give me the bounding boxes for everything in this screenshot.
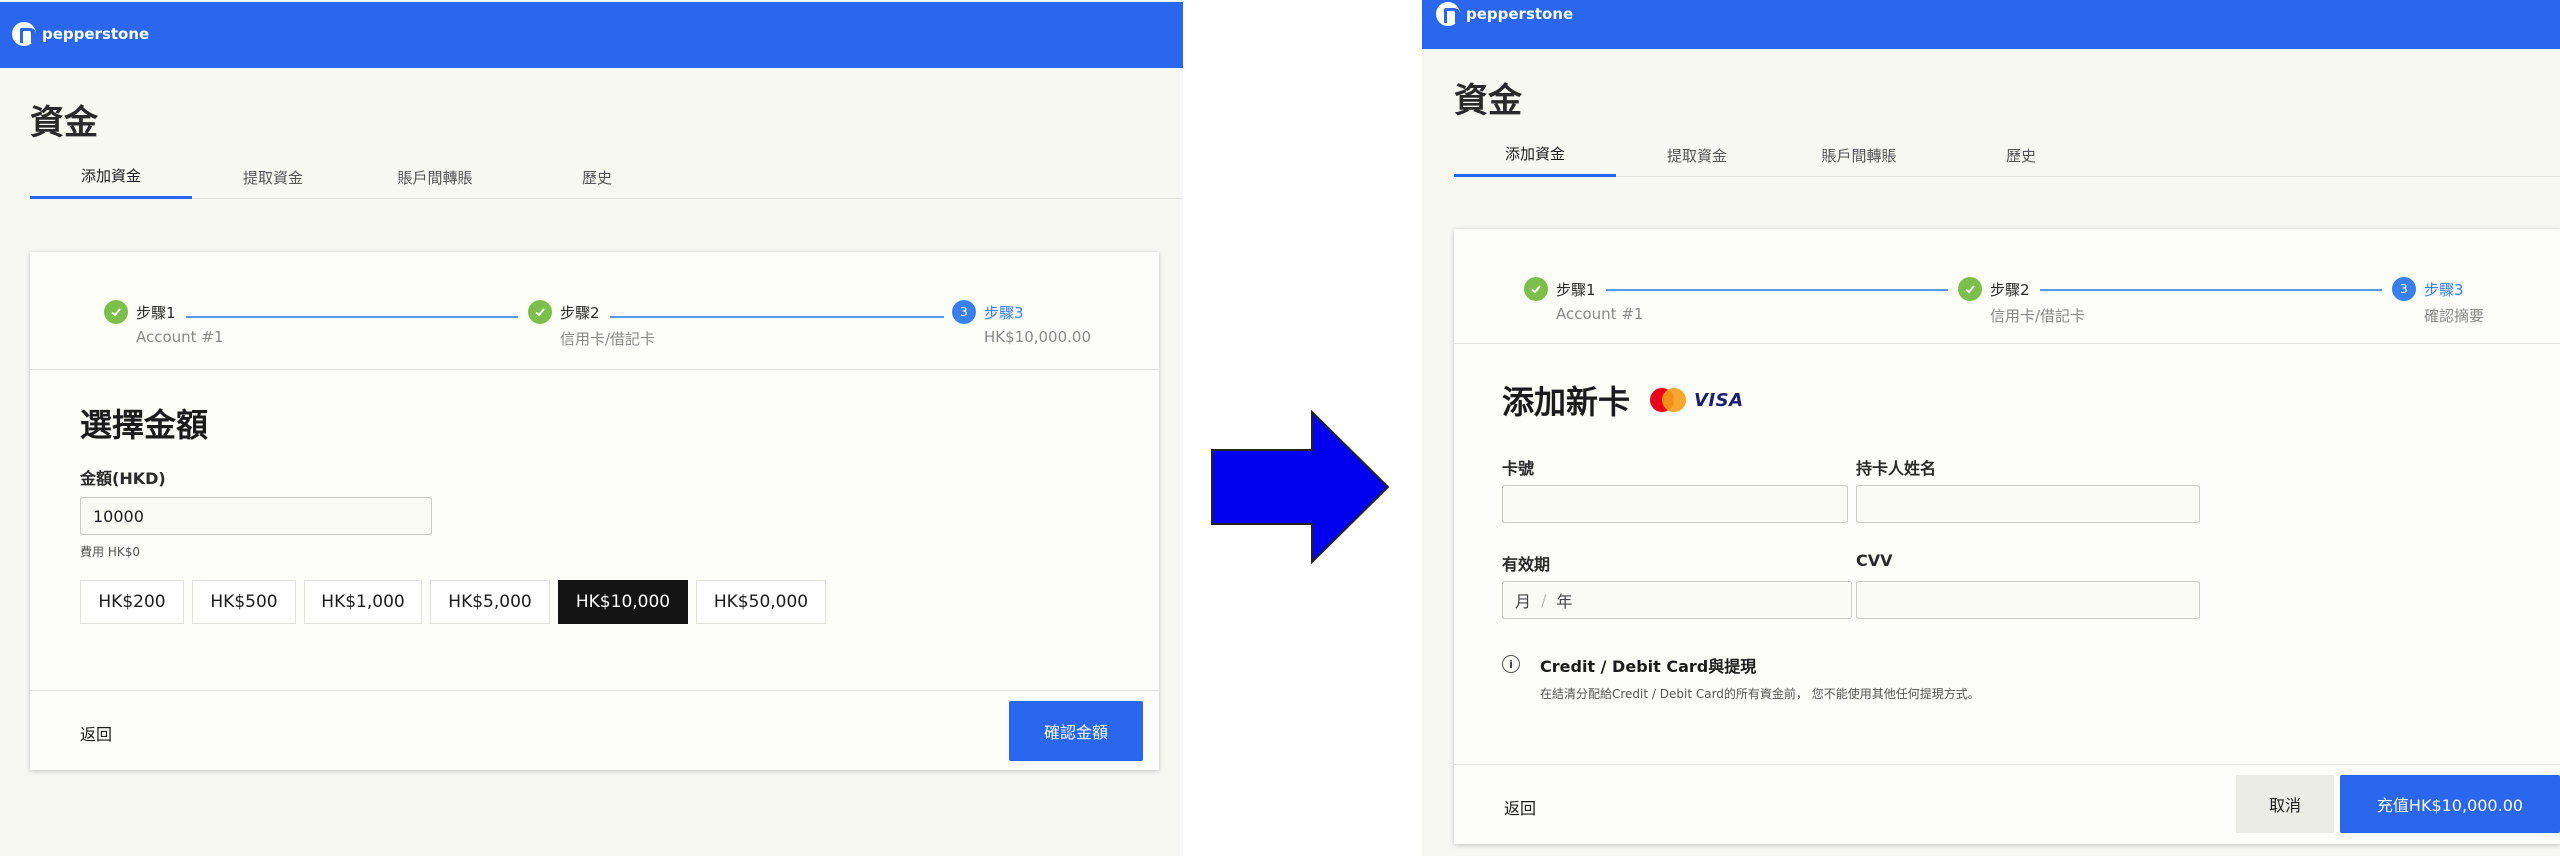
page-title: 資金 — [1454, 81, 1522, 121]
section-title-row: 添加新卡 VISA — [1502, 377, 1744, 423]
preset-amount-button[interactable]: HK$500 — [192, 580, 296, 624]
step-3-number: 3 — [2392, 277, 2416, 301]
step-2-label: 步驟2 — [1990, 280, 2030, 299]
cvv-label: CVV — [1856, 551, 1893, 570]
info-icon: i — [1502, 655, 1520, 673]
tab-history[interactable]: 歷史 — [516, 155, 678, 199]
page-title: 資金 — [30, 103, 98, 143]
step-3-number: 3 — [952, 300, 976, 324]
card-footer: 返回 取消 充值HK$10,000.00 — [1454, 764, 2560, 844]
step-1: 步驟1 Account #1 — [104, 300, 223, 346]
cancel-button[interactable]: 取消 — [2236, 775, 2334, 833]
left-screen: pepperstone 資金 添加資金 提取資金 賬戶間轉賬 歷史 步驟1 Ac… — [0, 0, 1183, 856]
expiry-input[interactable]: 月 / 年 — [1502, 581, 1852, 619]
preset-amount-button-selected[interactable]: HK$10,000 — [558, 580, 688, 624]
step-3-sub: HK$10,000.00 — [984, 328, 1091, 346]
withdrawal-info: i Credit / Debit Card與提現 在結清分配給Credit / … — [1502, 653, 1980, 702]
preset-amount-button[interactable]: HK$5,000 — [430, 580, 550, 624]
funds-tabs: 添加資金 提取資金 賬戶間轉賬 歷史 — [30, 155, 1183, 199]
top-bar: pepperstone — [1422, 0, 2560, 49]
step-1-sub: Account #1 — [1556, 305, 1644, 323]
fee-text: 費用 HK$0 — [80, 545, 140, 559]
step-2-sub: 信用卡/借記卡 — [1990, 307, 2086, 325]
expiry-label: 有效期 — [1502, 555, 1551, 574]
step-1-label: 步驟1 — [1556, 280, 1596, 299]
right-arrow-icon — [1211, 410, 1390, 564]
card-number-label: 卡號 — [1502, 459, 1535, 478]
step-1-sub: Account #1 — [136, 328, 224, 346]
section-title: 選擇金額 — [80, 406, 209, 444]
preset-amount-button[interactable]: HK$1,000 — [304, 580, 422, 624]
right-screen: pepperstone 資金 添加資金 提取資金 賬戶間轉賬 歷史 步驟1 Ac… — [1422, 0, 2560, 856]
card-number-input[interactable] — [1502, 485, 1848, 523]
card-holder-input[interactable] — [1856, 485, 2200, 523]
step-3-label: 步驟3 — [2424, 280, 2464, 299]
step-connector — [1606, 289, 1948, 291]
section-title: 添加新卡 — [1502, 383, 1631, 421]
visa-icon: VISA — [1694, 389, 1744, 411]
step-3: 3 步驟3 確認摘要 — [2392, 277, 2484, 326]
funds-tabs: 添加資金 提取資金 賬戶間轉賬 歷史 — [1454, 133, 2560, 177]
check-icon — [104, 300, 128, 324]
expiry-month-placeholder: 月 — [1515, 592, 1532, 611]
pepperstone-logo-icon — [1436, 2, 1460, 26]
tab-add-funds[interactable]: 添加資金 — [1454, 133, 1616, 177]
tab-add-funds[interactable]: 添加資金 — [30, 155, 192, 199]
card-holder-label: 持卡人姓名 — [1856, 459, 1937, 478]
step-1-label: 步驟1 — [136, 303, 176, 322]
add-card-form: 步驟1 Account #1 步驟2 信用卡/借記卡 3 步驟3 確認摘要 添加… — [1454, 229, 2560, 844]
step-1: 步驟1 Account #1 — [1524, 277, 1643, 323]
preset-amount-button[interactable]: HK$200 — [80, 580, 184, 624]
info-title: Credit / Debit Card與提現 — [1540, 657, 1757, 676]
deposit-submit-button[interactable]: 充值HK$10,000.00 — [2340, 775, 2560, 833]
pepperstone-logo-icon — [12, 22, 36, 46]
amount-input[interactable]: 10000 — [80, 497, 432, 535]
step-3-sub: 確認摘要 — [2424, 307, 2485, 325]
amount-label: 金額(HKD) — [80, 469, 166, 488]
card-brands: VISA — [1650, 388, 1744, 412]
check-icon — [1524, 277, 1548, 301]
step-connector — [186, 316, 518, 318]
cvv-input[interactable] — [1856, 581, 2200, 619]
check-icon — [528, 300, 552, 324]
preset-amount-button[interactable]: HK$50,000 — [696, 580, 826, 624]
back-button[interactable]: 返回 — [80, 721, 112, 745]
step-2-label: 步驟2 — [560, 303, 600, 322]
expiry-separator: / — [1541, 590, 1547, 610]
tab-transfer[interactable]: 賬戶間轉賬 — [1778, 133, 1940, 177]
stepper: 步驟1 Account #1 步驟2 信用卡/借記卡 3 步驟3 HK$10,0… — [30, 252, 1159, 370]
mastercard-icon — [1650, 388, 1687, 412]
confirm-amount-button[interactable]: 確認金額 — [1009, 701, 1143, 761]
back-button[interactable]: 返回 — [1504, 795, 1536, 819]
step-2: 步驟2 信用卡/借記卡 — [1958, 277, 2085, 326]
info-description: 在結清分配給Credit / Debit Card的所有資金前， 您不能使用其他… — [1540, 687, 1980, 701]
step-connector — [610, 316, 944, 318]
step-3: 3 步驟3 HK$10,000.00 — [952, 300, 1091, 346]
tab-withdraw-funds[interactable]: 提取資金 — [192, 155, 354, 199]
deposit-card: 步驟1 Account #1 步驟2 信用卡/借記卡 3 步驟3 HK$10,0… — [30, 252, 1159, 770]
check-icon — [1958, 277, 1982, 301]
pepperstone-logo[interactable]: pepperstone — [1436, 2, 1573, 26]
brand-name: pepperstone — [42, 25, 150, 43]
top-bar: pepperstone — [0, 2, 1183, 68]
stepper: 步驟1 Account #1 步驟2 信用卡/借記卡 3 步驟3 確認摘要 — [1454, 229, 2560, 344]
step-2: 步驟2 信用卡/借記卡 — [528, 300, 655, 349]
step-2-sub: 信用卡/借記卡 — [560, 330, 656, 348]
pepperstone-logo[interactable]: pepperstone — [12, 22, 149, 46]
brand-name: pepperstone — [1466, 5, 1574, 23]
expiry-year-placeholder: 年 — [1556, 592, 1573, 611]
tab-withdraw-funds[interactable]: 提取資金 — [1616, 133, 1778, 177]
step-connector — [2040, 289, 2382, 291]
step-3-label: 步驟3 — [984, 303, 1024, 322]
tab-transfer[interactable]: 賬戶間轉賬 — [354, 155, 516, 199]
tab-history[interactable]: 歷史 — [1940, 133, 2102, 177]
card-footer: 返回 確認金額 — [30, 690, 1159, 770]
